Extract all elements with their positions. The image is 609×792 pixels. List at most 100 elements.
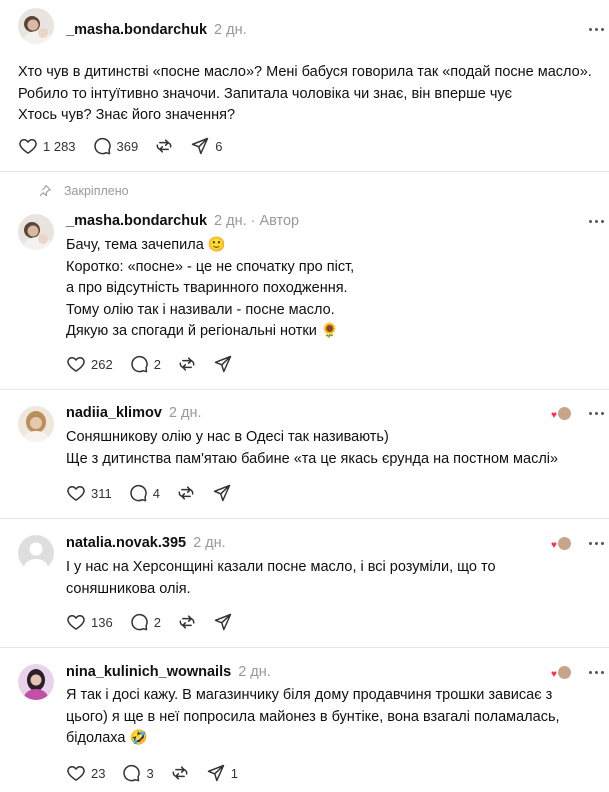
comment-bubble-icon <box>130 355 148 373</box>
more-options-icon[interactable] <box>589 412 605 416</box>
share-button[interactable] <box>213 610 233 634</box>
reply-actions: 311 4 <box>66 481 248 505</box>
repost-button[interactable] <box>176 481 196 505</box>
avatar[interactable] <box>18 664 54 700</box>
share-button[interactable]: 6 <box>190 134 222 158</box>
comment-count: 4 <box>152 485 160 501</box>
divider <box>0 647 609 648</box>
more-options-icon[interactable] <box>589 542 605 546</box>
comment-count: 3 <box>146 765 154 781</box>
author-mini-avatar <box>557 406 572 421</box>
repost-icon <box>156 139 172 153</box>
heart-icon <box>67 486 85 501</box>
more-options-icon[interactable] <box>589 220 605 224</box>
post-time[interactable]: 2 дн. <box>193 535 226 551</box>
username[interactable]: natalia.novak.395 <box>66 535 186 551</box>
divider <box>0 171 609 172</box>
heart-icon <box>67 766 85 781</box>
post-text-line: Робило то інтуїтивно значочи. Запитала ч… <box>18 85 513 102</box>
username[interactable]: nina_kulinich_wownails <box>66 664 231 680</box>
post-text-line: Хто чув в дитинстві «посне масло»? Мені … <box>18 64 592 80</box>
share-button[interactable]: 1 <box>206 761 238 785</box>
repost-icon <box>172 766 188 780</box>
post-time[interactable]: 2 дн. <box>214 22 247 38</box>
comment-button[interactable]: 369 <box>92 134 139 158</box>
avatar[interactable] <box>18 214 54 250</box>
like-button[interactable]: 262 <box>66 352 113 376</box>
post-time[interactable]: 2 дн. <box>169 405 202 421</box>
pinned-indicator: Закріплено <box>38 184 129 198</box>
repost-icon <box>179 357 195 371</box>
comment-button[interactable]: 4 <box>128 481 160 505</box>
reply-text-line: Соняшникову олію у нас в Одесі так назив… <box>66 429 389 445</box>
heart-icon <box>19 139 37 154</box>
more-options-icon[interactable] <box>589 28 605 32</box>
reply-header: nadiia_klimov 2 дн. <box>66 405 202 421</box>
send-icon <box>214 613 232 631</box>
repost-icon <box>178 486 194 500</box>
comment-button[interactable]: 3 <box>121 761 154 785</box>
repost-button[interactable] <box>170 761 190 785</box>
avatar[interactable] <box>18 406 54 442</box>
repost-button[interactable] <box>177 352 197 376</box>
reply-actions: 23 3 1 <box>66 761 254 785</box>
avatar[interactable] <box>18 535 54 571</box>
send-icon <box>207 764 224 782</box>
reply-actions: 136 2 <box>66 610 249 634</box>
author-liked-indicator: ♥ <box>551 536 575 552</box>
comment-button[interactable]: 2 <box>129 352 161 376</box>
reply-text-line: соняшникова олія. <box>66 580 191 597</box>
post-time[interactable]: 2 дн. <box>238 664 271 680</box>
heart-icon <box>67 615 85 630</box>
repost-button[interactable] <box>177 610 197 634</box>
share-button[interactable] <box>213 352 233 376</box>
username[interactable]: _masha.bondarchuk <box>66 22 207 38</box>
comment-count: 369 <box>116 138 139 154</box>
like-button[interactable]: 136 <box>66 610 113 634</box>
comment-count: 2 <box>153 614 161 630</box>
main-post: _masha.bondarchuk 2 дн. Хто чув в дитинс… <box>0 0 609 170</box>
post-header: _masha.bondarchuk 2 дн. <box>66 22 247 38</box>
share-button[interactable] <box>212 481 232 505</box>
comment-button[interactable]: 2 <box>129 610 161 634</box>
username[interactable]: nadiia_klimov <box>66 405 162 421</box>
send-icon <box>192 137 209 155</box>
post-text: Хто чув в дитинстві «посне масло»? Мені … <box>18 62 592 127</box>
pinned-label: Закріплено <box>64 184 129 198</box>
author-mini-avatar <box>557 536 572 551</box>
repost-button[interactable] <box>154 134 174 158</box>
comment-bubble-icon <box>93 137 111 155</box>
reply-text-line: цього) я ще в неї попросила майонез в бу… <box>66 708 560 725</box>
author-badge: Автор <box>259 213 300 229</box>
reply-actions: 262 2 <box>66 352 249 376</box>
author-liked-indicator: ♥ <box>551 665 575 681</box>
reply-header: _masha.bondarchuk 2 дн. · Автор <box>66 213 299 229</box>
post-time[interactable]: 2 дн. <box>214 213 247 229</box>
avatar[interactable] <box>18 8 54 44</box>
reply-text-line: бідолаха 🤣 <box>66 730 148 746</box>
like-button[interactable]: 1 283 <box>18 134 76 158</box>
pin-icon <box>39 185 51 197</box>
reply-text-line: Ще з дитинства пам'ятаю бабине «та це як… <box>66 450 559 467</box>
comment-bubble-icon <box>130 613 148 631</box>
like-count: 262 <box>91 356 113 372</box>
author-mini-avatar <box>557 665 572 680</box>
comment-bubble-icon <box>130 484 147 502</box>
like-button[interactable]: 311 <box>66 481 112 505</box>
send-icon <box>214 355 232 373</box>
reply-text-line: Тому олію так і називали - посне масло. <box>66 301 335 318</box>
username[interactable]: _masha.bondarchuk <box>66 213 207 229</box>
like-button[interactable]: 23 <box>66 761 105 785</box>
reply-text-line: І у нас на Херсонщині казали посне масло… <box>66 559 496 575</box>
like-count: 311 <box>91 485 112 501</box>
like-count: 23 <box>91 765 106 781</box>
heart-icon <box>67 357 85 372</box>
divider <box>0 518 609 519</box>
reply-text: Я так і досі кажу. В магазинчику біля до… <box>66 685 560 750</box>
separator: · <box>250 213 256 229</box>
reply-text-line: Дякую за спогади й регіональні нотки 🌻 <box>66 323 339 339</box>
reply-text: Бачу, тема зачепила 🙂 Коротко: «посне» -… <box>66 235 354 343</box>
reply-text-line: а про відсутність тваринного походження. <box>66 280 348 296</box>
author-liked-indicator: ♥ <box>551 406 575 422</box>
more-options-icon[interactable] <box>589 671 605 675</box>
